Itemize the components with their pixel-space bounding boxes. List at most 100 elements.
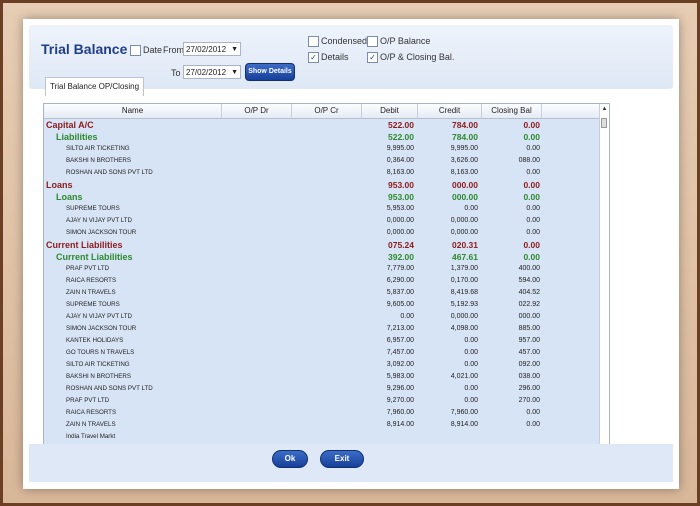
row-closing: 0.00 <box>526 409 540 416</box>
table-row[interactable]: RAICA RESORTS 7,960.00 7,960.00 0.00 <box>44 407 600 419</box>
table-row[interactable]: ZAIN N TRAVELS 8,914.00 8,914.00 0.00 <box>44 419 600 431</box>
col-op-dr-header[interactable]: O/P Dr <box>222 104 292 118</box>
row-credit: 0.00 <box>464 205 478 212</box>
grid-rows: Capital A/C 522.00 784.00 0.00 Liabilities 52… <box>44 119 600 459</box>
row-debit: 953.00 <box>388 180 414 190</box>
row-debit <box>334 431 414 443</box>
row-credit <box>414 431 478 443</box>
col-name-header[interactable]: Name <box>44 104 222 118</box>
table-row[interactable]: AJAY N VIJAY PVT LTD 0.00 0,000.00 000.00 <box>44 311 600 323</box>
row-name: Liabilities <box>56 132 98 142</box>
row-name: AJAY N VIJAY PVT LTD <box>66 313 133 320</box>
row-debit: 9,995.00 <box>386 145 414 152</box>
group-row[interactable]: Capital A/C 522.00 784.00 0.00 <box>44 119 600 131</box>
row-credit: 9,995.00 <box>450 145 478 152</box>
table-row[interactable]: SILTO AIR TICKETING 3,092.00 0.00 092.00 <box>44 359 600 371</box>
to-date-value: 27/02/2012 <box>186 68 227 77</box>
row-debit: 522.00 <box>388 120 414 130</box>
row-credit: 784.00 <box>452 132 478 142</box>
subgroup-row[interactable]: Loans 953.00 000.00 0.00 <box>44 191 600 203</box>
exit-button[interactable]: Exit <box>320 450 364 468</box>
from-date-select[interactable]: 27/02/2012 ▼ <box>183 42 241 56</box>
group-row[interactable]: Current Liabilities 075.24 020.31 0.00 <box>44 239 600 251</box>
row-closing: 400.00 <box>518 265 540 272</box>
table-row[interactable]: ROSHAN AND SONS PVT LTD 9,296.00 0.00 296.0… <box>44 383 600 395</box>
row-name: BAKSHI N BROTHERS <box>66 157 131 164</box>
tab-trial-balance-op-closing[interactable]: Trial Balance OP/Closing <box>45 77 145 96</box>
row-closing: 0.00 <box>523 240 540 250</box>
table-row[interactable]: RAICA RESORTS 6,290.00 0,170.00 594.00 <box>44 275 600 287</box>
subgroup-row[interactable]: Current Liabilities 392.00 467.61 0.00 <box>44 251 600 263</box>
row-credit: 8,163.00 <box>450 169 478 176</box>
row-credit: 0.00 <box>464 349 478 356</box>
to-date-select[interactable]: 27/02/2012 ▼ <box>183 65 241 79</box>
row-debit: 3,092.00 <box>386 361 414 368</box>
grid-header: Name O/P Dr O/P Cr Debit Credit Closing … <box>44 104 600 119</box>
row-name: Loans <box>56 192 83 202</box>
condensed-checkbox[interactable] <box>308 36 319 47</box>
scroll-up-icon[interactable]: ▲ <box>600 104 609 114</box>
row-name: ZAIN N TRAVELS <box>66 421 116 428</box>
row-debit: 953.00 <box>388 192 414 202</box>
row-closing: 457.00 <box>518 349 540 356</box>
op-closing-checkbox[interactable]: ✓ <box>367 52 378 63</box>
table-row[interactable]: AJAY N VIJAY PVT LTD 0,000.00 0,000.00 0.00 <box>44 215 600 227</box>
ok-button[interactable]: Ok <box>272 450 308 468</box>
row-credit: 000.00 <box>452 192 478 202</box>
trial-balance-grid: Name O/P Dr O/P Cr Debit Credit Closing … <box>43 103 610 460</box>
row-name: PRAF PVT LTD <box>66 397 110 404</box>
subgroup-row[interactable]: Liabilities 522.00 784.00 0.00 <box>44 131 600 143</box>
row-closing: 038.00 <box>518 373 540 380</box>
row-closing: 885.00 <box>518 325 540 332</box>
details-checkbox[interactable]: ✓ <box>308 52 319 63</box>
table-row[interactable]: ROSHAN AND SONS PVT LTD 8,163.00 8,163.00 0… <box>44 167 600 179</box>
row-closing: 957.00 <box>518 337 540 344</box>
row-credit: 4,098.00 <box>450 325 478 332</box>
table-row[interactable]: SUPREME TOURS 9,605.00 5,192.93 022.92 <box>44 299 600 311</box>
row-closing <box>480 431 540 443</box>
op-balance-checkbox[interactable] <box>367 36 378 47</box>
row-name: GO TOURS N TRAVELS <box>66 349 135 356</box>
table-row[interactable]: ZAIN N TRAVELS 5,837.00 8,419.68 404.52 <box>44 287 600 299</box>
scroll-thumb[interactable] <box>601 118 607 128</box>
col-op-cr-header[interactable]: O/P Cr <box>292 104 362 118</box>
vertical-scrollbar[interactable]: ▲ ▼ <box>599 104 609 459</box>
row-debit: 522.00 <box>388 132 414 142</box>
from-date-value: 27/02/2012 <box>186 45 227 54</box>
row-debit: 0,000.00 <box>386 229 414 236</box>
table-row[interactable]: SIMON JACKSON TOUR 0,000.00 0,000.00 0.00 <box>44 227 600 239</box>
row-debit: 5,983.00 <box>386 373 414 380</box>
table-row[interactable]: KANTEK HOLIDAYS 6,957.00 0.00 957.00 <box>44 335 600 347</box>
from-label: From <box>163 45 184 55</box>
table-row[interactable]: SUPREME TOURS 5,953.00 0.00 0.00 <box>44 203 600 215</box>
row-debit: 0.00 <box>400 313 414 320</box>
row-debit: 9,296.00 <box>386 385 414 392</box>
row-credit: 020.31 <box>452 240 478 250</box>
to-label: To <box>171 68 181 78</box>
row-name: RAICA RESORTS <box>66 409 117 416</box>
row-closing: 0.00 <box>526 421 540 428</box>
table-row[interactable]: GO TOURS N TRAVELS 7,457.00 0.00 457.00 <box>44 347 600 359</box>
table-row[interactable]: SILTO AIR TICKETING 9,995.00 9,995.00 0.00 <box>44 143 600 155</box>
show-details-button[interactable]: Show Details <box>245 63 295 81</box>
row-debit: 0,000.00 <box>386 217 414 224</box>
row-closing: 0.00 <box>523 132 540 142</box>
col-credit-header[interactable]: Credit <box>418 104 482 118</box>
row-debit: 9,605.00 <box>386 301 414 308</box>
table-row[interactable]: BAKSHI N BROTHERS 0,364.00 3,626.00 088.00 <box>44 155 600 167</box>
row-credit: 0,170.00 <box>450 277 478 284</box>
table-row[interactable]: PRAF PVT LTD 9,270.00 0.00 270.00 <box>44 395 600 407</box>
row-credit: 0,000.00 <box>450 313 478 320</box>
row-credit: 000.00 <box>452 180 478 190</box>
group-row[interactable]: Loans 953.00 000.00 0.00 <box>44 179 600 191</box>
table-row[interactable]: PRAF PVT LTD 7,779.00 1,379.00 400.00 <box>44 263 600 275</box>
date-checkbox[interactable] <box>130 45 141 56</box>
row-credit: 0,000.00 <box>450 217 478 224</box>
table-row[interactable]: SIMON JACKSON TOUR 7,213.00 4,098.00 885.00 <box>44 323 600 335</box>
col-debit-header[interactable]: Debit <box>362 104 418 118</box>
table-row[interactable]: India Travel Markt <box>44 431 600 443</box>
row-closing: 000.00 <box>518 313 540 320</box>
col-closing-header[interactable]: Closing Bal <box>482 104 542 118</box>
row-debit: 6,957.00 <box>386 337 414 344</box>
table-row[interactable]: BAKSHI N BROTHERS 5,983.00 4,021.00 038.00 <box>44 371 600 383</box>
